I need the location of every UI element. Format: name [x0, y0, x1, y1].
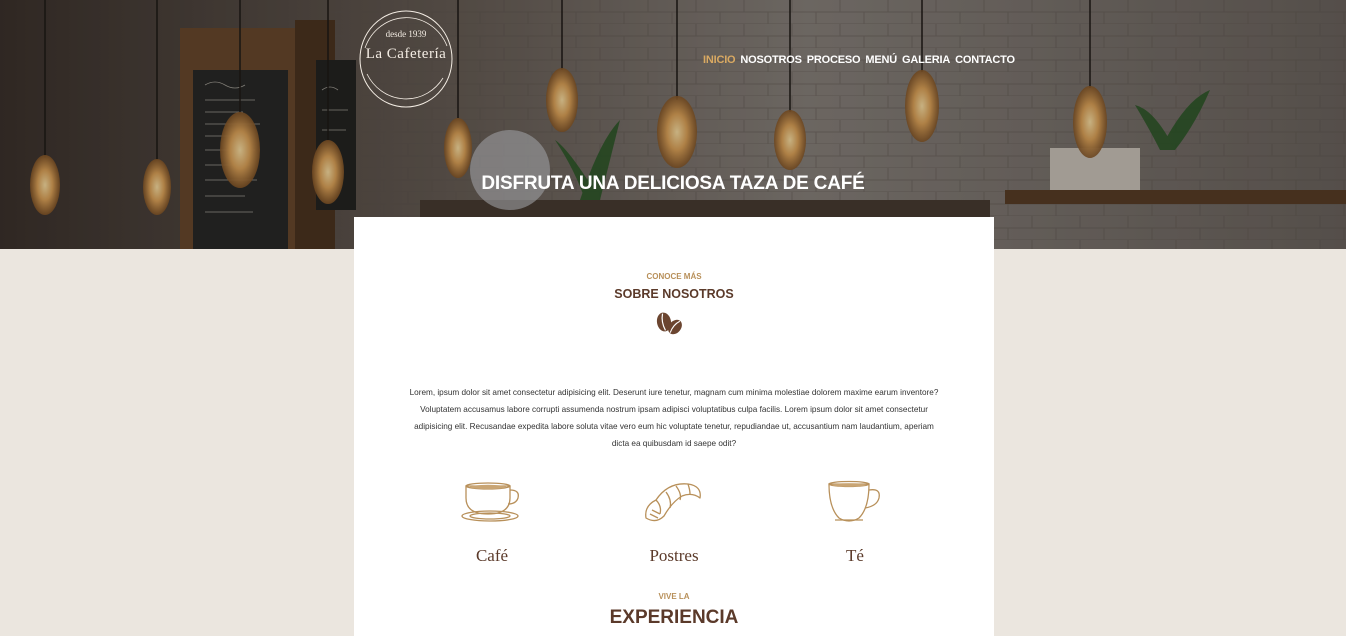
about-description: Lorem, ipsum dolor sit amet consectetur … [409, 388, 939, 448]
croissant-icon [645, 483, 701, 522]
coffee-beans-icon [656, 312, 682, 335]
product-postres[interactable]: Postres [614, 478, 734, 566]
nav-item-contacto[interactable]: CONTACTO [955, 54, 1015, 66]
nav-item-menu[interactable]: MENÚ [865, 54, 897, 66]
hero-background-image [0, 0, 1346, 249]
main-navigation: INICIO NOSOTROS PROCESO MENÚ GALERIA CON… [703, 54, 1015, 66]
nav-item-galeria[interactable]: GALERIA [902, 54, 950, 66]
nav-item-nosotros[interactable]: NOSOTROS [740, 54, 802, 66]
hero-banner: desde 1939 La Cafetería INICIO NOSOTROS … [0, 0, 1346, 249]
about-title: SOBRE NOSOTROS [614, 287, 734, 301]
product-te[interactable]: Té [795, 478, 915, 566]
product-cafe[interactable]: Café [432, 478, 552, 566]
about-eyebrow: CONOCE MÁS [646, 272, 702, 281]
experience-eyebrow: VIVE LA [658, 592, 690, 601]
logo-since-text: desde 1939 [385, 29, 427, 39]
nav-item-proceso[interactable]: PROCESO [807, 54, 861, 66]
logo-brand-name: La Cafetería [365, 46, 447, 62]
tea-cup-icon [828, 480, 880, 522]
experience-title: EXPERIENCIA [609, 607, 739, 628]
product-label-postres: Postres [649, 546, 699, 565]
content-card: CONOCE MÁS SOBRE NOSOTROS Lorem, ipsum d… [354, 217, 994, 636]
hero-title: DISFRUTA UNA DELICIOSA TAZA DE CAFÉ [481, 173, 865, 194]
nav-item-inicio[interactable]: INICIO [703, 54, 736, 66]
brand-logo[interactable]: desde 1939 La Cafetería [357, 8, 455, 110]
product-label-te: Té [846, 546, 864, 565]
coffee-cup-icon [461, 482, 519, 522]
product-label-cafe: Café [475, 546, 509, 565]
